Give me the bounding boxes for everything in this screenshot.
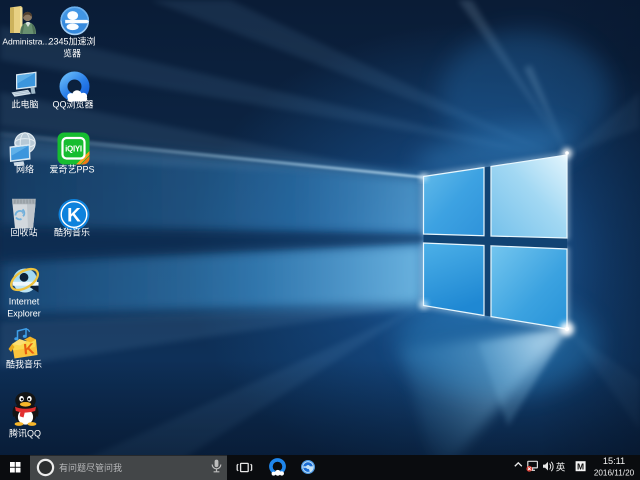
svg-text:览器: 览器 xyxy=(63,48,81,59)
svg-text:酷我音乐: 酷我音乐 xyxy=(6,359,42,370)
svg-text:Explorer: Explorer xyxy=(7,309,41,319)
svg-text:腾讯QQ: 腾讯QQ xyxy=(9,428,41,439)
svg-text:网络: 网络 xyxy=(16,164,34,175)
svg-text:15:11: 15:11 xyxy=(603,456,625,466)
svg-text:K: K xyxy=(23,340,36,358)
svg-text:英: 英 xyxy=(556,461,566,473)
svg-text:有问题尽管问我: 有问题尽管问我 xyxy=(59,462,122,473)
svg-text:Internet: Internet xyxy=(9,297,40,307)
svg-text:2345加速浏: 2345加速浏 xyxy=(48,36,95,47)
svg-text:酷狗音乐: 酷狗音乐 xyxy=(54,227,90,238)
svg-text:回收站: 回收站 xyxy=(10,227,37,238)
svg-text:爱奇艺PPS: 爱奇艺PPS xyxy=(49,164,94,175)
svg-text:K: K xyxy=(67,206,81,227)
svg-text:2016/11/20: 2016/11/20 xyxy=(594,468,635,477)
svg-text:M: M xyxy=(577,461,584,471)
svg-text:QQ浏览器: QQ浏览器 xyxy=(52,99,93,110)
svg-text:此电脑: 此电脑 xyxy=(11,99,38,110)
svg-text:Administra...: Administra... xyxy=(2,37,49,47)
svg-text:iQIYI: iQIYI xyxy=(65,145,82,154)
